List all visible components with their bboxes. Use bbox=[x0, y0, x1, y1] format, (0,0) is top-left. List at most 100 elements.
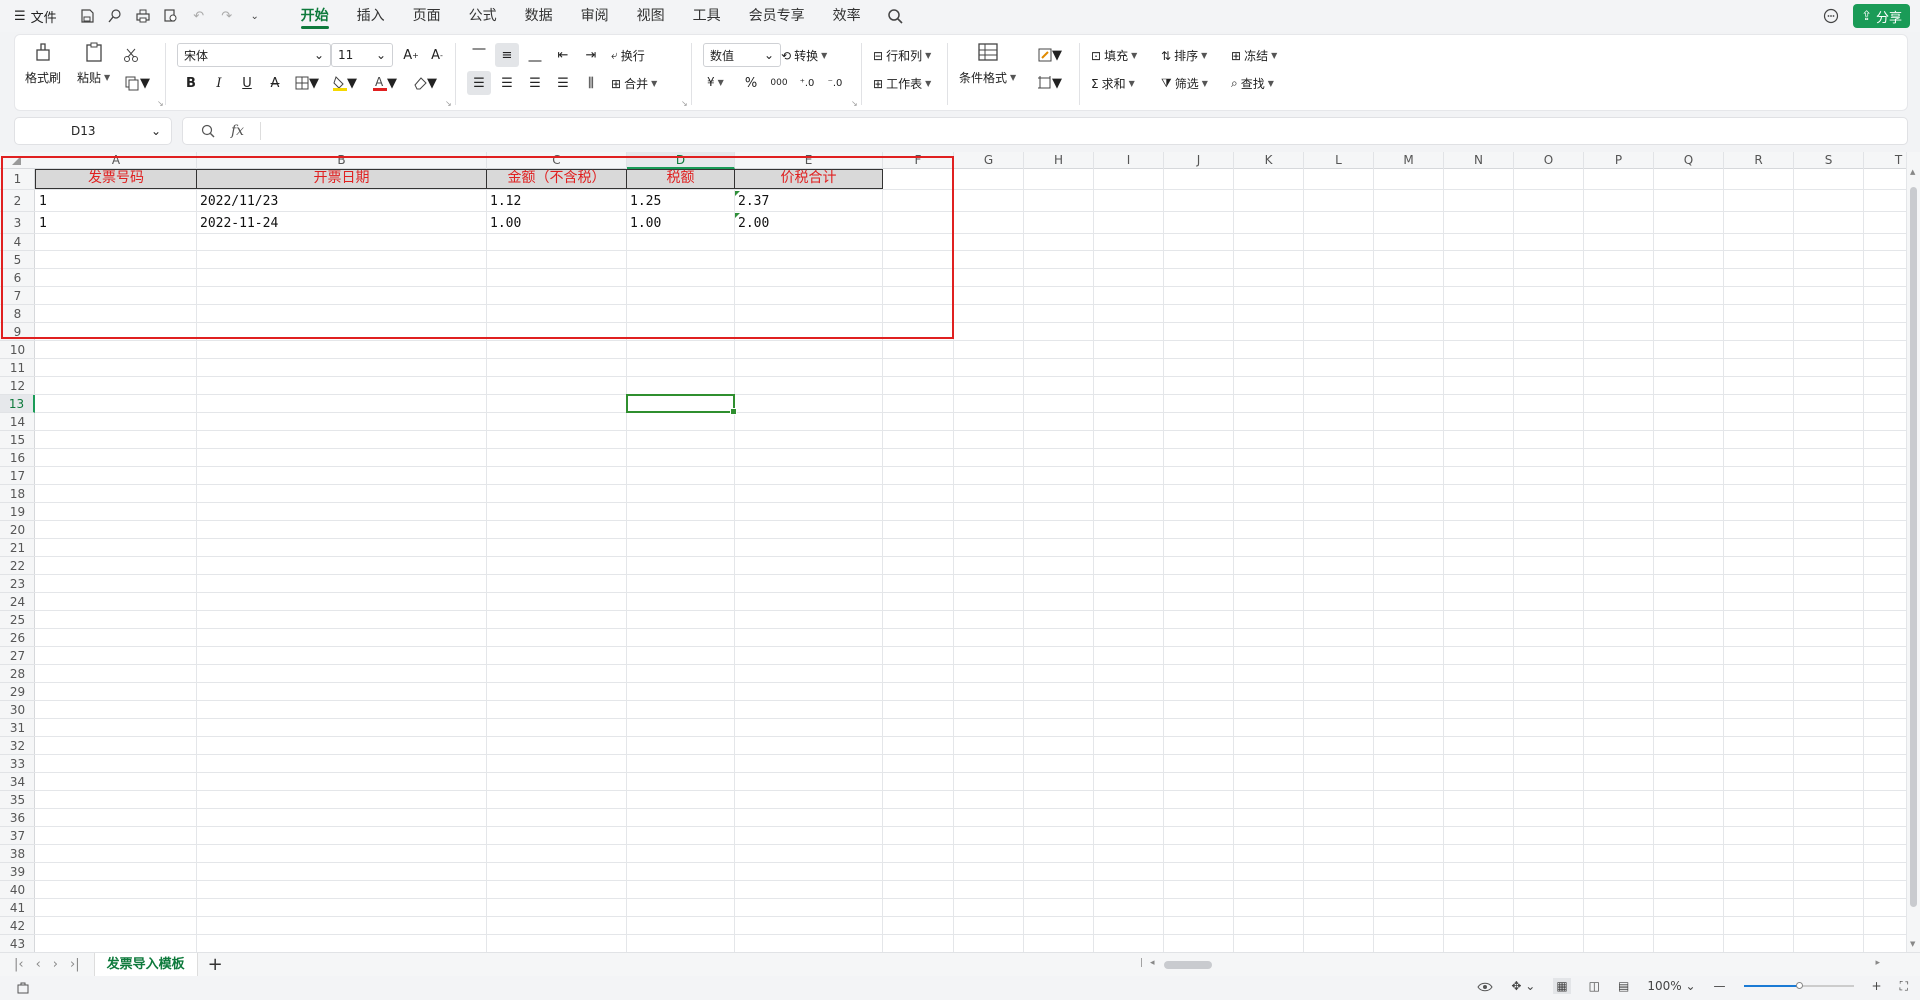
sum-button[interactable]: Σ 求和 ▼ bbox=[1091, 75, 1135, 92]
row-header-17[interactable]: 17 bbox=[0, 467, 35, 485]
row-header-21[interactable]: 21 bbox=[0, 539, 35, 557]
column-header-s[interactable]: S bbox=[1794, 152, 1864, 169]
tab-formula[interactable]: 公式 bbox=[455, 0, 511, 32]
zoom-slider[interactable] bbox=[1743, 982, 1854, 989]
column-header-l[interactable]: L bbox=[1304, 152, 1374, 169]
currency-button[interactable]: ¥ ▼ bbox=[707, 75, 724, 89]
eye-protection-icon[interactable] bbox=[1477, 979, 1493, 993]
row-header-31[interactable]: 31 bbox=[0, 719, 35, 737]
sort-button[interactable]: ⇅ 排序 ▼ bbox=[1161, 47, 1207, 64]
search-icon[interactable] bbox=[887, 8, 903, 24]
borders-icon[interactable]: ▼ bbox=[291, 71, 323, 95]
zoom-in-icon[interactable]: + bbox=[1872, 979, 1882, 993]
row-header-22[interactable]: 22 bbox=[0, 557, 35, 575]
last-sheet-icon[interactable]: ›| bbox=[70, 957, 80, 972]
row-header-42[interactable]: 42 bbox=[0, 917, 35, 935]
vertical-scrollbar[interactable]: ▲ ▼ bbox=[1906, 152, 1920, 952]
fx-icon[interactable]: fx bbox=[231, 123, 244, 139]
align-center-icon[interactable]: ☰ bbox=[495, 71, 519, 95]
first-sheet-icon[interactable]: |‹ bbox=[14, 957, 24, 972]
row-header-32[interactable]: 32 bbox=[0, 737, 35, 755]
spreadsheet-grid[interactable]: ABCDEFGHIJKLMNOPQRST 1 2 3 4 5 6 7 8 9 10 11 12 13 14… bbox=[0, 152, 1920, 952]
decrease-font-icon[interactable]: A- bbox=[425, 43, 449, 67]
zoom-lookup-icon[interactable] bbox=[201, 124, 215, 139]
increase-decimal-icon[interactable]: ⁺.0 bbox=[795, 71, 819, 95]
strikethrough-icon[interactable]: A bbox=[263, 71, 287, 95]
page-layout-icon[interactable]: ◫ bbox=[1589, 979, 1600, 993]
row-header-13[interactable]: 13 bbox=[0, 395, 35, 413]
formula-input[interactable]: fx bbox=[182, 117, 1908, 145]
row-header-39[interactable]: 39 bbox=[0, 863, 35, 881]
row-header-33[interactable]: 33 bbox=[0, 755, 35, 773]
decrease-decimal-icon[interactable]: ⁻.0 bbox=[823, 71, 847, 95]
column-header-q[interactable]: Q bbox=[1654, 152, 1724, 169]
next-sheet-icon[interactable]: › bbox=[53, 957, 58, 972]
print-preview-icon[interactable] bbox=[159, 4, 183, 28]
paste-button[interactable]: 粘贴 ▼ bbox=[77, 41, 110, 86]
horizontal-scrollbar[interactable]: | ◂ ▸ bbox=[1140, 958, 1880, 971]
column-header-p[interactable]: P bbox=[1584, 152, 1654, 169]
chevron-down-icon[interactable]: ⌄ bbox=[243, 4, 267, 28]
convert-button[interactable]: ⟲ 转换 ▼ bbox=[781, 47, 827, 64]
macro-record-icon[interactable] bbox=[16, 981, 30, 996]
column-header-n[interactable]: N bbox=[1444, 152, 1514, 169]
format-painter-button[interactable]: 格式刷 bbox=[25, 41, 61, 86]
add-sheet-icon[interactable]: + bbox=[208, 954, 223, 975]
font-family-select[interactable]: 宋体 ⌄ bbox=[177, 43, 331, 67]
file-menu[interactable]: ☰ 文件 bbox=[14, 7, 57, 26]
column-header-i[interactable]: I bbox=[1094, 152, 1164, 169]
normal-view-icon[interactable]: ▦ bbox=[1553, 978, 1571, 994]
thousands-icon[interactable]: 000 bbox=[767, 71, 791, 95]
column-header-k[interactable]: K bbox=[1234, 152, 1304, 169]
freeze-button[interactable]: ⊞ 冻结 ▼ bbox=[1231, 47, 1277, 64]
export-icon[interactable] bbox=[103, 4, 127, 28]
font-size-select[interactable]: 11 ⌄ bbox=[331, 43, 393, 67]
expand-corner-icon[interactable]: ↘ bbox=[445, 99, 452, 108]
percent-icon[interactable]: % bbox=[739, 71, 763, 95]
column-header-o[interactable]: O bbox=[1514, 152, 1584, 169]
fill-color-icon[interactable]: ▼ bbox=[329, 71, 361, 95]
align-bottom-icon[interactable]: ⎽ bbox=[523, 43, 547, 67]
justify-icon[interactable]: ☰ bbox=[551, 71, 575, 95]
filter-button[interactable]: ⧩ 筛选 ▼ bbox=[1161, 75, 1208, 92]
column-header-h[interactable]: H bbox=[1024, 152, 1094, 169]
tab-view[interactable]: 视图 bbox=[623, 0, 679, 32]
copy-icon[interactable]: ▼ bbox=[119, 71, 155, 95]
row-header-23[interactable]: 23 bbox=[0, 575, 35, 593]
tab-review[interactable]: 审阅 bbox=[567, 0, 623, 32]
row-header-27[interactable]: 27 bbox=[0, 647, 35, 665]
row-header-41[interactable]: 41 bbox=[0, 899, 35, 917]
tab-home[interactable]: 开始 bbox=[287, 0, 343, 32]
tab-page[interactable]: 页面 bbox=[399, 0, 455, 32]
row-header-37[interactable]: 37 bbox=[0, 827, 35, 845]
conditional-format-button[interactable]: 条件格式 ▼ bbox=[959, 41, 1016, 86]
eraser-icon[interactable]: ▼ bbox=[409, 71, 441, 95]
fill-button[interactable]: ⊡ 填充 ▼ bbox=[1091, 47, 1137, 64]
merge-button[interactable]: ⊞ 合并 ▼ bbox=[611, 75, 657, 92]
name-box[interactable]: D13 ⌄ bbox=[14, 117, 172, 145]
row-header-15[interactable]: 15 bbox=[0, 431, 35, 449]
page-break-icon[interactable]: ▤ bbox=[1618, 979, 1629, 993]
tab-tools[interactable]: 工具 bbox=[679, 0, 735, 32]
table-style-icon[interactable]: ▼ bbox=[1033, 71, 1067, 95]
fullscreen-icon[interactable]: ⛶ bbox=[1900, 979, 1908, 994]
sheet-tab-active[interactable]: 发票导入模板 bbox=[93, 952, 198, 977]
row-header-18[interactable]: 18 bbox=[0, 485, 35, 503]
row-header-28[interactable]: 28 bbox=[0, 665, 35, 683]
cut-icon[interactable] bbox=[119, 43, 143, 67]
row-header-26[interactable]: 26 bbox=[0, 629, 35, 647]
rows-cols-button[interactable]: ⊟ 行和列 ▼ bbox=[873, 47, 931, 64]
tab-insert[interactable]: 插入 bbox=[343, 0, 399, 32]
align-left-icon[interactable]: ☰ bbox=[467, 71, 491, 95]
row-header-24[interactable]: 24 bbox=[0, 593, 35, 611]
tab-efficiency[interactable]: 效率 bbox=[819, 0, 875, 32]
distribute-icon[interactable]: ⫼ bbox=[579, 71, 603, 95]
font-color-icon[interactable]: A ▼ bbox=[369, 71, 401, 95]
cell-style-icon[interactable]: ▼ bbox=[1033, 43, 1067, 67]
row-header-25[interactable]: 25 bbox=[0, 611, 35, 629]
share-button[interactable]: ⇪ 分享 bbox=[1853, 4, 1910, 28]
align-middle-icon[interactable]: ≡ bbox=[495, 43, 519, 67]
increase-font-icon[interactable]: A + bbox=[399, 43, 423, 67]
chat-icon[interactable] bbox=[1823, 8, 1839, 24]
navigation-icon[interactable]: ✥ ⌄ bbox=[1511, 979, 1535, 993]
